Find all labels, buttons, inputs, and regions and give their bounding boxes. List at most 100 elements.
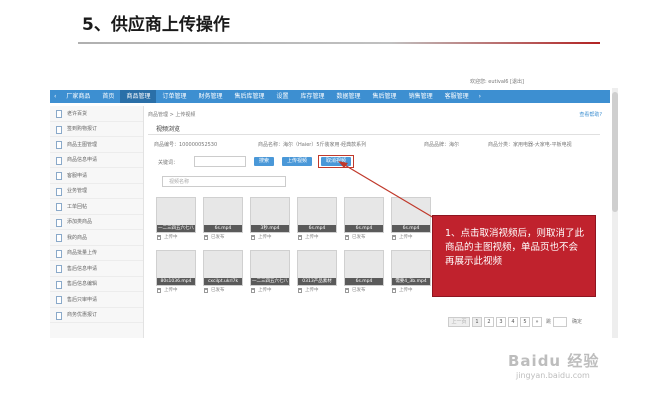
page-scrollbar[interactable] — [612, 88, 618, 338]
video-card[interactable]: 6s.mp4 已发布 — [344, 250, 384, 293]
document-icon — [56, 141, 62, 149]
page-button[interactable]: 5 — [520, 316, 530, 327]
video-thumbnail[interactable]: 需要4_3b.mp4 — [391, 250, 431, 286]
sidebar-item[interactable]: 我的商品 — [50, 230, 143, 246]
document-icon — [56, 296, 62, 304]
slide-title: 5、供应商上传操作 — [82, 15, 230, 35]
video-thumbnail[interactable]: 一二三四五六七八 — [250, 250, 290, 286]
document-icon — [56, 187, 62, 196]
trash-icon[interactable] — [345, 288, 349, 293]
video-thumbnail[interactable]: cxcilpt.ukrl7k — [203, 250, 243, 286]
page-button[interactable]: 1 — [472, 316, 482, 327]
nav-item-order-mgmt[interactable]: 订单管理 — [156, 90, 192, 103]
trash-icon[interactable] — [157, 288, 161, 293]
trash-icon[interactable] — [345, 235, 349, 240]
document-icon — [56, 203, 62, 211]
search-button[interactable]: 搜索 — [254, 157, 274, 166]
nav-item-aftersale-stock[interactable]: 售后库管理 — [228, 90, 270, 103]
user-welcome: 欢迎您: eutival6 [退出] — [470, 79, 524, 85]
sidebar-item[interactable]: 商品批量上传 — [50, 246, 143, 261]
video-card[interactable]: 需要4_3b.mp4 上传中 — [391, 250, 431, 293]
document-icon — [56, 249, 62, 258]
document-icon — [56, 218, 62, 227]
sidebar-item[interactable]: 售后只审申请 — [50, 292, 143, 308]
keyword-input[interactable] — [194, 156, 246, 167]
search-row: 关键词： 搜索 上传视频 取消视频 — [154, 155, 600, 168]
video-thumbnail[interactable]: 6s.mp4 — [344, 197, 384, 233]
sidebar-item[interactable]: 商品主图管理 — [50, 137, 143, 153]
page-button[interactable]: 3 — [496, 316, 506, 327]
nav-item-settings[interactable]: 设置 — [271, 90, 295, 103]
video-thumbnail[interactable]: 0313产品素材 — [297, 250, 337, 286]
page-jump-input[interactable] — [553, 316, 568, 327]
video-thumbnail[interactable]: 6s.mp4 — [203, 197, 243, 233]
trash-icon[interactable] — [392, 288, 396, 293]
video-card[interactable]: 6s.mp4 已发布 — [344, 197, 384, 240]
video-thumbnail[interactable]: 6s.mp4 — [297, 197, 337, 233]
video-card[interactable]: 3秒.mp4 上传中 — [250, 197, 290, 240]
sidebar-item[interactable]: 老许百货 — [50, 106, 143, 122]
confirm-page-button[interactable]: 确定 — [572, 318, 582, 325]
nav-item-home[interactable]: 首页 — [96, 90, 120, 103]
baidu-watermark: Baidu 经验 jingyan.baidu.com — [508, 352, 600, 380]
sidebar-item[interactable]: 商品信息申请 — [50, 153, 143, 168]
scrollbar-thumb[interactable] — [612, 92, 618, 212]
title-underline — [78, 42, 600, 44]
sidebar: 老许百货 签到购物报订 商品主图管理 商品信息申请 客服申请 业务管理 工单回帖… — [50, 106, 144, 338]
upload-video-button[interactable]: 上传视频 — [282, 157, 312, 166]
nav-item-data[interactable]: 数据管理 — [331, 90, 367, 103]
nav-item-finance[interactable]: 财务管理 — [192, 90, 228, 103]
sidebar-item[interactable]: 商务优惠报订 — [50, 308, 143, 323]
trash-icon[interactable] — [251, 235, 255, 240]
trash-icon[interactable] — [298, 235, 302, 240]
video-card[interactable]: 一二三四五六七八 上传中 — [250, 250, 290, 293]
video-card[interactable]: 0313产品素材 上传中 — [297, 250, 337, 293]
sidebar-item[interactable]: 工单回帖 — [50, 199, 143, 215]
document-icon — [56, 280, 62, 289]
video-card[interactable]: 6s.mp4 已发布 — [203, 197, 243, 240]
sidebar-item[interactable]: 售后信息申请 — [50, 261, 143, 277]
sidebar-item[interactable]: 售后信息编辑 — [50, 277, 143, 292]
nav-item-inventory[interactable]: 库存管理 — [295, 90, 331, 103]
video-thumbnail[interactable]: 80s1036.mp4 — [156, 250, 196, 286]
video-thumbnail[interactable]: 6s.mp4 — [391, 197, 431, 233]
video-card[interactable]: 一二三四五六七八 上传中 — [156, 197, 196, 240]
nav-item-aftersale[interactable]: 售后管理 — [367, 90, 403, 103]
sidebar-item[interactable]: 签到购物报订 — [50, 122, 143, 137]
product-name: 商品名称：海尔（Haier）5斤装家用·经典款系列 — [258, 142, 367, 148]
product-category: 商品分类：家用电器-大家电-平板电视 — [488, 142, 572, 148]
sidebar-item[interactable]: 添加类商品 — [50, 215, 143, 230]
nav-left-arrow-icon[interactable]: ‹ — [50, 93, 60, 100]
next-page-button[interactable]: » — [532, 316, 542, 327]
video-thumbnail[interactable]: 3秒.mp4 — [250, 197, 290, 233]
sidebar-item[interactable]: 业务管理 — [50, 184, 143, 199]
nav-right-arrow-icon[interactable]: › — [475, 93, 485, 100]
nav-item-vendor[interactable]: 厂家商品 — [60, 90, 96, 103]
page-button[interactable]: 2 — [484, 316, 494, 327]
sidebar-item[interactable]: 客服申请 — [50, 168, 143, 184]
jump-label: 跳 — [546, 319, 552, 325]
document-icon — [56, 125, 62, 134]
video-name-input[interactable]: 视频名称 — [162, 176, 286, 187]
nav-item-product-mgmt[interactable]: 商品管理 — [120, 90, 157, 103]
video-thumbnail[interactable]: 6s.mp4 — [344, 250, 384, 286]
trash-icon[interactable] — [157, 235, 161, 240]
search-label: 关键词： — [158, 160, 179, 166]
trash-icon[interactable] — [251, 288, 255, 293]
help-link[interactable]: 查看帮助? — [579, 111, 602, 118]
nav-item-customer-service[interactable]: 客服管理 — [439, 90, 475, 103]
trash-icon[interactable] — [204, 235, 208, 240]
prev-page-button[interactable]: 上一页 — [448, 316, 470, 327]
video-card[interactable]: 80s1036.mp4 上传中 — [156, 250, 196, 293]
trash-icon[interactable] — [392, 235, 396, 240]
trash-icon[interactable] — [298, 288, 302, 293]
video-card[interactable]: 6s.mp4 上传中 — [391, 197, 431, 240]
page-button[interactable]: 4 — [508, 316, 518, 327]
product-brand: 商品品牌：海尔 — [424, 142, 460, 148]
video-card[interactable]: cxcilpt.ukrl7k 已发布 — [203, 250, 243, 293]
video-thumbnail[interactable]: 一二三四五六七八 — [156, 197, 196, 233]
trash-icon[interactable] — [204, 288, 208, 293]
nav-item-sales[interactable]: 销售管理 — [403, 90, 439, 103]
breadcrumb: 商品管理 > 上传视频 — [148, 112, 196, 118]
video-card[interactable]: 6s.mp4 上传中 — [297, 197, 337, 240]
